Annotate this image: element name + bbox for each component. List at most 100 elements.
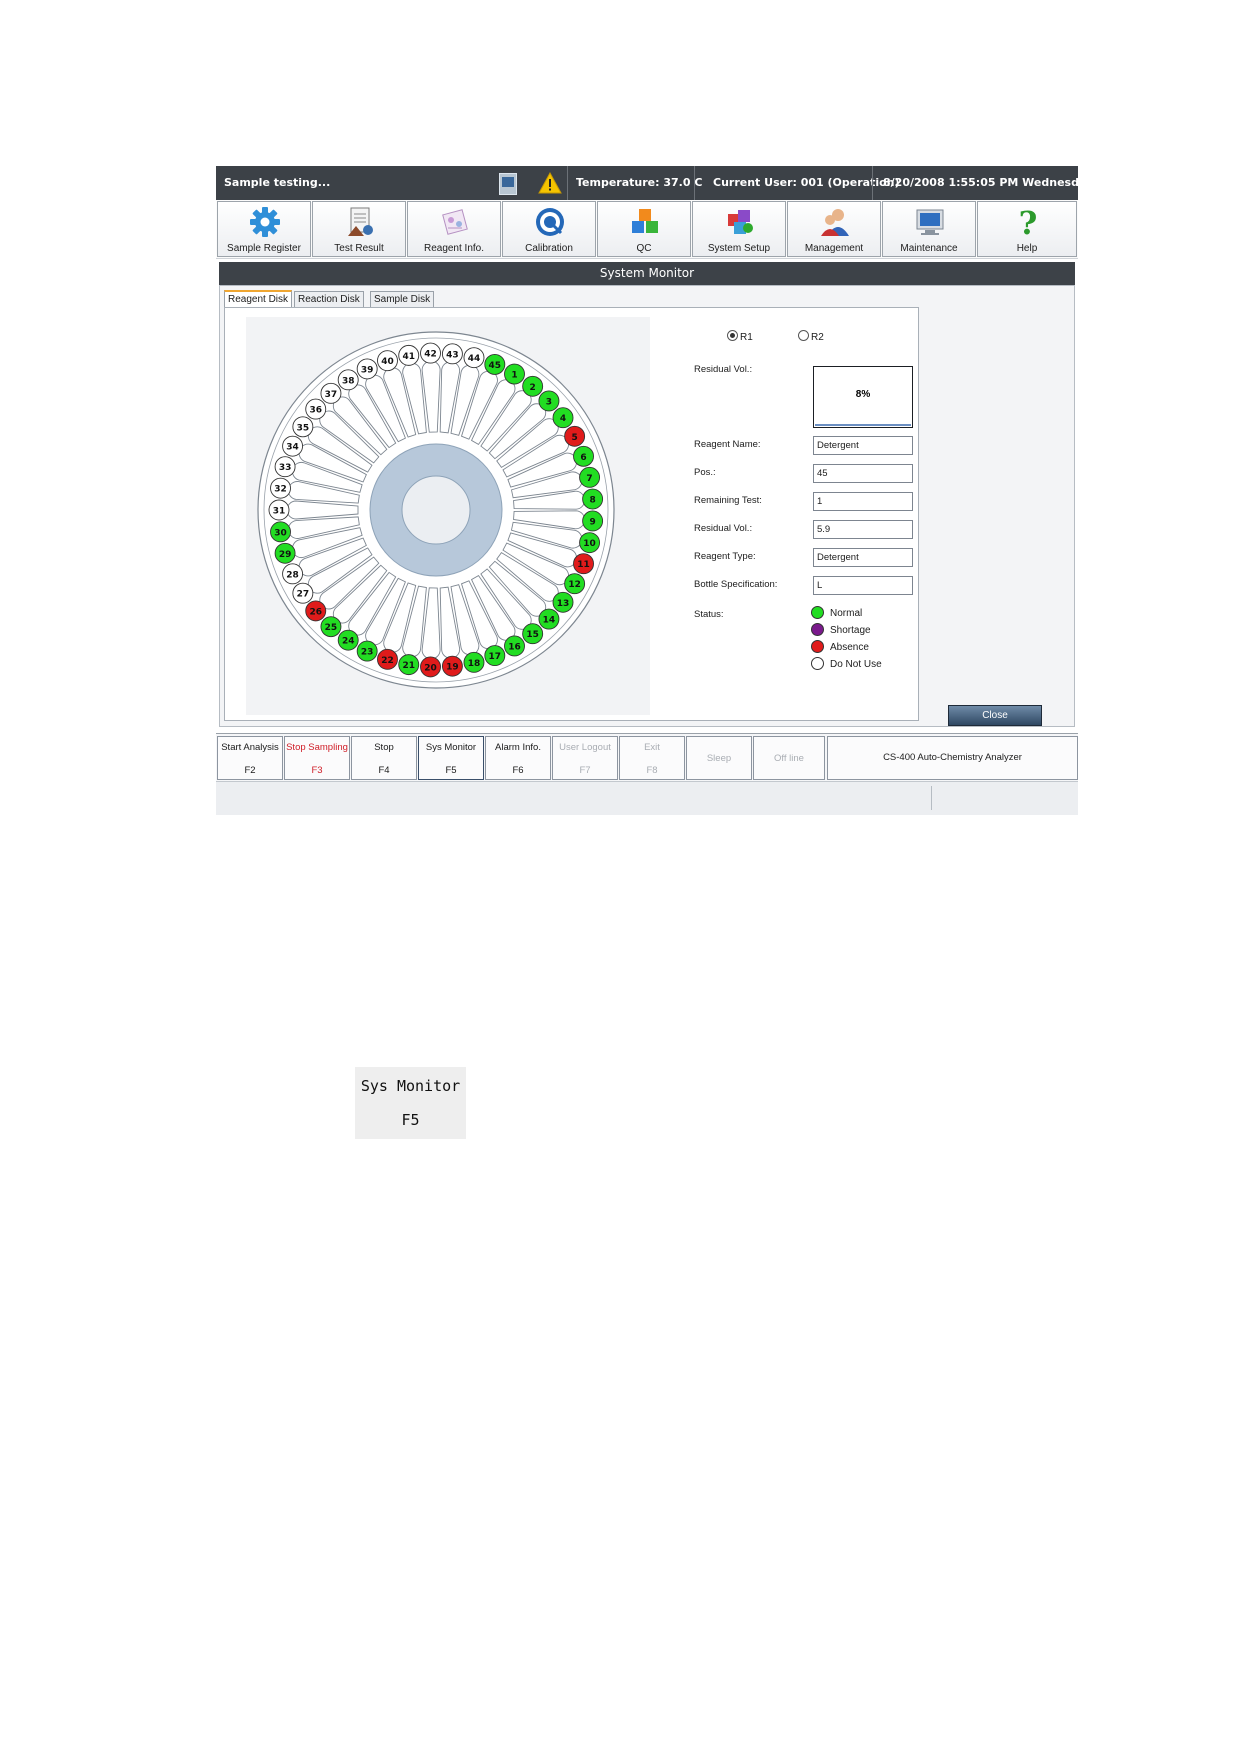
legend-do-not-use: Do Not Use — [811, 657, 882, 670]
status-swatch — [811, 606, 824, 619]
reagent-position-number: 16 — [508, 642, 521, 652]
key-shortcut: F3 — [311, 765, 323, 776]
close-button[interactable]: Close — [948, 705, 1042, 726]
toolbar-maintenance-button[interactable]: Maintenance — [882, 201, 976, 257]
bottle-spec-label: Bottle Specification: — [694, 579, 778, 590]
legend-label: Shortage — [830, 625, 871, 636]
sys-monitor-key-zoom: Sys Monitor F5 — [355, 1067, 466, 1139]
reagent-name-label: Reagent Name: — [694, 439, 761, 450]
residual-vol-label: Residual Vol.: — [694, 523, 753, 534]
key-label: Sys Monitor — [425, 742, 477, 753]
reagent-disk-area: 1 2 3 4 5 6 7 8 9 10 11 12 13 14 15 16 17 18 19 20 21 22 23 24 2… — [246, 317, 650, 715]
reagent-position-number: 10 — [583, 539, 596, 549]
key-label: Alarm Info. — [495, 742, 541, 753]
legend-normal: Normal — [811, 606, 862, 619]
toolbar-test-result-button[interactable]: Test Result — [312, 201, 406, 257]
bottle-spec-field[interactable]: L — [813, 576, 913, 595]
disk-center — [401, 475, 471, 545]
alarm-info-key[interactable]: Alarm Info. F6 — [485, 736, 551, 780]
reagent-position-number: 37 — [325, 390, 338, 400]
stop-key[interactable]: Stop F4 — [351, 736, 417, 780]
reagent-position-number: 44 — [468, 354, 481, 364]
reagent-name-field[interactable]: Detergent — [813, 436, 913, 455]
radio-r2[interactable]: R2 — [798, 330, 824, 343]
toolbar-sample-register-button[interactable]: Sample Register — [217, 201, 311, 257]
toolbar-calibration-button[interactable]: Calibration — [502, 201, 596, 257]
zoom-key-shortcut: F5 — [401, 1111, 420, 1129]
reagent-position-number: 30 — [274, 528, 287, 538]
tab-reagent-disk[interactable]: Reagent Disk — [224, 290, 293, 308]
exit-key[interactable]: Exit F8 — [619, 736, 685, 780]
key-label: Off line — [774, 753, 804, 764]
reagent-position-number: 13 — [557, 599, 570, 609]
user-logout-key[interactable]: User Logout F7 — [552, 736, 618, 780]
toolbar-label: Help — [1016, 243, 1038, 254]
reagent-disk[interactable]: 1234567891011121314151617181920212223242… — [246, 317, 650, 715]
window-title: System Monitor — [219, 262, 1075, 285]
status-message: Sample testing... — [224, 176, 331, 189]
start-analysis-key[interactable]: Start Analysis F2 — [217, 736, 283, 780]
toolbar-label: Calibration — [525, 243, 573, 254]
key-shortcut: F6 — [512, 765, 524, 776]
status-bar: Sample testing... Temperature: 37.0 C Cu… — [216, 166, 1093, 200]
remaining-test-field[interactable]: 1 — [813, 492, 913, 511]
bottom-status-strip — [216, 781, 1078, 815]
pos-label: Pos.: — [694, 467, 716, 478]
radio-r1-label: R1 — [740, 332, 753, 343]
toolbar-label: Reagent Info. — [423, 243, 485, 254]
toolbar-management-button[interactable]: Management — [787, 201, 881, 257]
reagent-position-number: 4 — [560, 414, 566, 424]
status-label: Status: — [694, 609, 724, 620]
main-toolbar: Sample Register Test Result Reagent Info… — [216, 200, 1078, 259]
pos-field[interactable]: 45 — [813, 464, 913, 483]
reagent-position-number: 40 — [381, 357, 394, 367]
reagent-position-number: 19 — [446, 663, 459, 673]
reagent-position-number: 21 — [402, 661, 415, 671]
current-user: Current User: 001 (Operation) — [694, 166, 900, 200]
monitor-status-icon[interactable] — [499, 173, 517, 195]
radio-r1[interactable]: R1 — [727, 330, 753, 343]
monitor-icon — [916, 209, 944, 235]
legend-absence: Absence — [811, 640, 869, 653]
key-label: Start Analysis — [221, 742, 279, 753]
legend-label: Normal — [830, 608, 863, 619]
offline-key[interactable]: Off line — [753, 736, 825, 780]
reagent-position-number: 35 — [297, 423, 310, 433]
reagent-disk-panel: 1 2 3 4 5 6 7 8 9 10 11 12 13 14 15 16 17 18 19 20 21 22 23 24 2… — [224, 307, 919, 721]
key-label: User Logout — [559, 742, 611, 753]
stop-sampling-key[interactable]: Stop Sampling F3 — [284, 736, 350, 780]
residual-vol-chart-label: Residual Vol.: — [694, 364, 753, 375]
reagent-position-number: 5 — [571, 433, 577, 443]
key-label: Sleep — [706, 753, 732, 764]
analyzer-brand: CS-400 Auto-Chemistry Analyzer — [827, 736, 1078, 780]
sleep-key[interactable]: Sleep — [686, 736, 752, 780]
reagent-position-number: 36 — [309, 406, 322, 416]
reagent-position-number: 9 — [589, 517, 595, 527]
tab-sample-disk[interactable]: Sample Disk — [370, 291, 435, 307]
key-shortcut: F8 — [646, 765, 658, 776]
reagent-position-number: 11 — [577, 560, 590, 570]
key-shortcut: F5 — [445, 765, 457, 776]
status-swatch — [811, 657, 824, 670]
key-shortcut: F2 — [244, 765, 256, 776]
toolbar-system-setup-button[interactable]: System Setup — [692, 201, 786, 257]
residual-vol-field[interactable]: 5.9 — [813, 520, 913, 539]
sys-monitor-key[interactable]: Sys Monitor F5 — [418, 736, 484, 780]
residual-volume-gauge: 8% — [813, 366, 913, 428]
toolbar-qc-button[interactable]: QC — [597, 201, 691, 257]
toolbar-reagent-info-button[interactable]: Reagent Info. — [407, 201, 501, 257]
reagent-type-field[interactable]: Detergent — [813, 548, 913, 567]
tab-reaction-disk[interactable]: Reaction Disk — [294, 291, 364, 307]
reagent-position-number: 26 — [309, 607, 322, 617]
toolbar-label: Maintenance — [900, 243, 958, 254]
status-divider — [931, 786, 932, 810]
function-key-bar: Start Analysis F2 Stop Sampling F3 Stop F4 … — [216, 733, 1078, 782]
key-label: Stop — [374, 742, 394, 753]
toolbar-help-button[interactable]: ? Help — [977, 201, 1077, 257]
reagent-position-number: 43 — [446, 350, 459, 360]
warning-icon[interactable] — [538, 172, 562, 194]
reagent-position-number: 2 — [530, 383, 536, 393]
reagent-position-number: 6 — [580, 453, 586, 463]
reagent-position-number: 25 — [325, 623, 338, 633]
legend-label: Absence — [830, 642, 869, 653]
